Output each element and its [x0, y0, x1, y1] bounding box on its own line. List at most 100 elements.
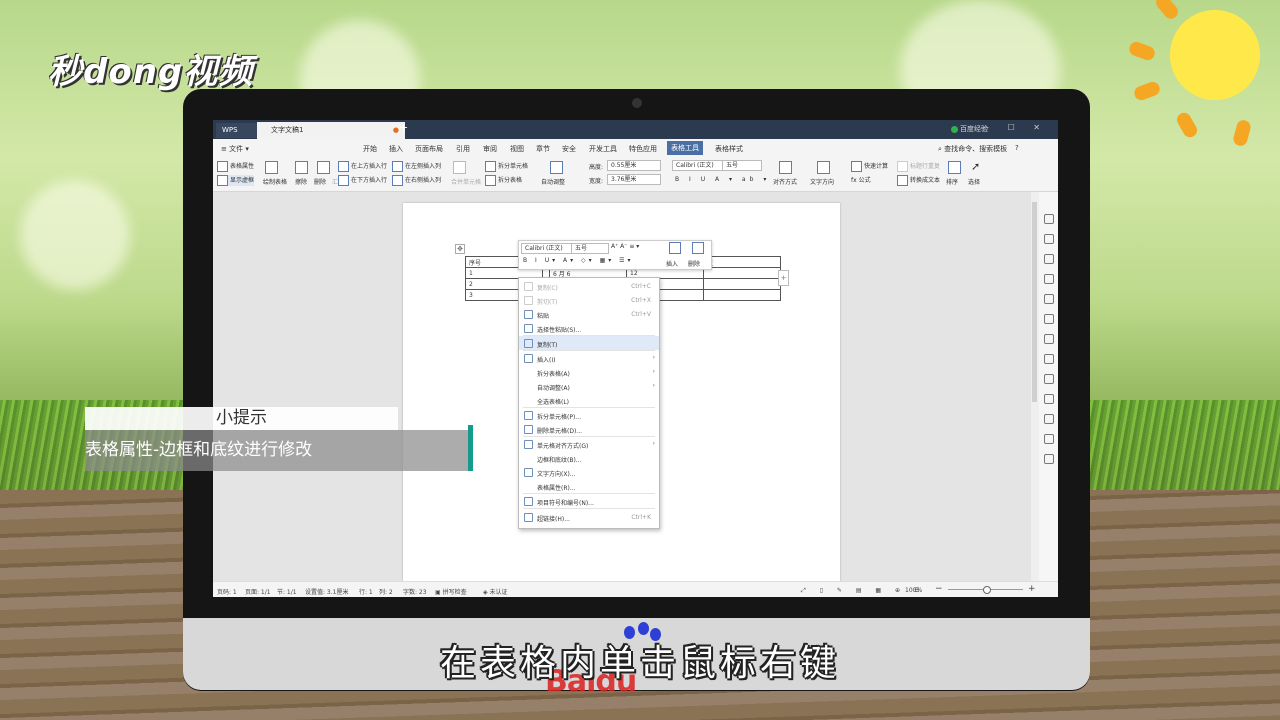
- context-item-delete-cells[interactable]: 删除单元格(D)...: [519, 422, 659, 436]
- insert-row-below-button[interactable]: 在下方插入行: [338, 175, 387, 186]
- vertical-scrollbar[interactable]: [1031, 192, 1039, 581]
- convert-to-text-button[interactable]: 转换成文本: [897, 175, 940, 186]
- sort-button[interactable]: 排序: [946, 177, 958, 186]
- context-item-text-direction[interactable]: 文字方向(X)...: [519, 465, 659, 479]
- layout-icon[interactable]: [1044, 374, 1054, 384]
- autofit-dropdown[interactable]: 自动调整: [541, 177, 565, 186]
- select-dropdown[interactable]: 选择: [968, 177, 980, 186]
- context-item-borders-shading[interactable]: 边框和底纹(B)...: [519, 451, 659, 465]
- insert-col-left-button[interactable]: 在左侧插入列: [392, 161, 441, 172]
- document-icon[interactable]: [1044, 294, 1054, 304]
- context-item-duplicate[interactable]: 复制(T): [519, 336, 659, 350]
- context-item-paste-special[interactable]: 选择性粘贴(S)...: [519, 321, 659, 335]
- zoom-level[interactable]: 100%: [905, 587, 922, 594]
- settings-icon[interactable]: [1044, 354, 1054, 364]
- wps-home-tab[interactable]: WPS: [216, 123, 260, 138]
- command-search[interactable]: ⌕ 查找命令、搜索模板: [938, 144, 1007, 154]
- menu-review[interactable]: 审阅: [483, 144, 497, 154]
- menu-developer[interactable]: 开发工具: [589, 144, 617, 154]
- font-grow-shrink-icon[interactable]: A⁺ A⁻ ≡ ▾: [611, 243, 639, 250]
- mini-delete-dropdown[interactable]: 删除: [688, 259, 700, 268]
- zoom-slider-knob[interactable]: [983, 586, 991, 594]
- delete-dropdown[interactable]: 删除: [314, 177, 326, 186]
- context-item-split-cells[interactable]: 拆分单元格(P)...: [519, 408, 659, 422]
- zoom-in-button[interactable]: +: [1028, 584, 1036, 594]
- star-icon[interactable]: [1044, 314, 1054, 324]
- menu-references[interactable]: 引用: [456, 144, 470, 154]
- erase-button[interactable]: 擦除: [295, 177, 307, 186]
- image-icon[interactable]: [1044, 394, 1054, 404]
- context-item-paste[interactable]: 粘贴 Ctrl+V: [519, 307, 659, 321]
- share-icon[interactable]: [1044, 334, 1054, 344]
- mini-format-buttons[interactable]: B I U▾ A▾ ◇▾ ▦▾ ☰▾: [523, 257, 634, 264]
- menu-table-tools[interactable]: 表格工具: [667, 141, 703, 155]
- context-item-bullets-numbering[interactable]: 项目符号和编号(N)...: [519, 494, 659, 508]
- status-word-count[interactable]: 字数: 23: [403, 587, 427, 596]
- context-item-cut[interactable]: 剪切(T) Ctrl+X: [519, 293, 659, 307]
- spellcheck-button[interactable]: ▣ 拼写检查: [435, 587, 467, 596]
- menu-security[interactable]: 安全: [562, 144, 576, 154]
- text-direction-dropdown[interactable]: 文字方向: [810, 177, 834, 186]
- formula-button[interactable]: fx 公式: [851, 175, 871, 184]
- table-cell[interactable]: [703, 289, 781, 301]
- cert-status[interactable]: ◈ 未认证: [483, 587, 508, 596]
- shape-icon[interactable]: [1044, 254, 1054, 264]
- cursor-icon[interactable]: [1044, 234, 1054, 244]
- context-item-hyperlink[interactable]: 超链接(H)... Ctrl+K: [519, 510, 659, 524]
- font-name-select[interactable]: Calibri (正文): [672, 160, 724, 171]
- context-item-split-table[interactable]: 拆分表格(A) ›: [519, 365, 659, 379]
- menu-chapter[interactable]: 章节: [536, 144, 550, 154]
- show-gridlines-toggle[interactable]: 显示虚框: [217, 175, 255, 186]
- insert-col-right-button[interactable]: 在右侧插入列: [392, 175, 441, 186]
- zoom-out-button[interactable]: −: [935, 584, 943, 594]
- menu-insert[interactable]: 插入: [389, 144, 403, 154]
- context-item-table-properties[interactable]: 表格属性(R)...: [519, 479, 659, 493]
- table-cell[interactable]: 注: [703, 256, 781, 268]
- table-cell[interactable]: [703, 278, 781, 290]
- status-pages[interactable]: 页面: 1/1: [245, 587, 271, 596]
- menu-file[interactable]: ≡ 文件 ▾: [221, 144, 249, 154]
- align-dropdown[interactable]: 对齐方式: [773, 177, 797, 186]
- add-column-button[interactable]: +: [778, 270, 789, 286]
- row-height-input[interactable]: 0.55厘米: [607, 160, 661, 171]
- context-item-select-table[interactable]: 全选表格(L): [519, 393, 659, 407]
- context-item-copy[interactable]: 复制(C) Ctrl+C: [519, 279, 659, 293]
- repeat-header-button[interactable]: 标题行重复: [897, 161, 940, 172]
- mini-font-select[interactable]: Calibri (正文): [521, 243, 573, 254]
- table-properties-button[interactable]: 表格属性: [217, 161, 254, 172]
- menu-view[interactable]: 视图: [510, 144, 524, 154]
- menu-start[interactable]: 开始: [363, 144, 377, 154]
- font-format-buttons[interactable]: B I U A ▾ ab ▾: [675, 176, 770, 183]
- menu-page-layout[interactable]: 页面布局: [415, 144, 443, 154]
- quick-calc-button[interactable]: 快速计算: [851, 161, 888, 172]
- draw-table-button[interactable]: 绘制表格: [263, 177, 287, 186]
- scrollbar-thumb[interactable]: [1032, 202, 1037, 402]
- location-icon[interactable]: [1044, 414, 1054, 424]
- title-bar: WPS 文字文稿1 ● + 百度经验 — ☐ ✕: [213, 120, 1058, 139]
- font-size-select[interactable]: 五号: [722, 160, 762, 171]
- mini-insert-dropdown[interactable]: 插入: [666, 259, 678, 268]
- split-cells-button[interactable]: 拆分单元格: [485, 161, 528, 172]
- menu-table-style[interactable]: 表格样式: [715, 144, 743, 154]
- help-icon[interactable]: ?: [1015, 144, 1019, 152]
- merge-cells-button[interactable]: 合并单元格: [451, 177, 481, 186]
- alignment-icon: [524, 440, 533, 449]
- menu-special-apps[interactable]: 特色应用: [629, 144, 657, 154]
- pen-icon[interactable]: [1044, 214, 1054, 224]
- mini-size-select[interactable]: 五号: [571, 243, 609, 254]
- table-move-handle-icon[interactable]: ✥: [455, 244, 465, 254]
- context-item-insert[interactable]: 插入(I) ›: [519, 351, 659, 365]
- insert-row-above-button[interactable]: 在上方插入行: [338, 161, 387, 172]
- context-item-cell-alignment[interactable]: 单元格对齐方式(G) ›: [519, 437, 659, 451]
- column-width-input[interactable]: 3.76厘米: [607, 174, 661, 185]
- autofit-icon: [550, 161, 565, 174]
- context-item-autofit[interactable]: 自动调整(A) ›: [519, 379, 659, 393]
- style-icon[interactable]: [1044, 274, 1054, 284]
- history-icon[interactable]: [1044, 434, 1054, 444]
- table-cell[interactable]: [703, 267, 781, 279]
- split-table-button[interactable]: 拆分表格: [485, 175, 522, 186]
- window-controls[interactable]: — ☐ ✕: [981, 123, 1048, 132]
- help-circle-icon[interactable]: [1044, 454, 1054, 464]
- new-tab-button[interactable]: +: [399, 121, 408, 134]
- document-tab[interactable]: 文字文稿1 ●: [257, 122, 405, 139]
